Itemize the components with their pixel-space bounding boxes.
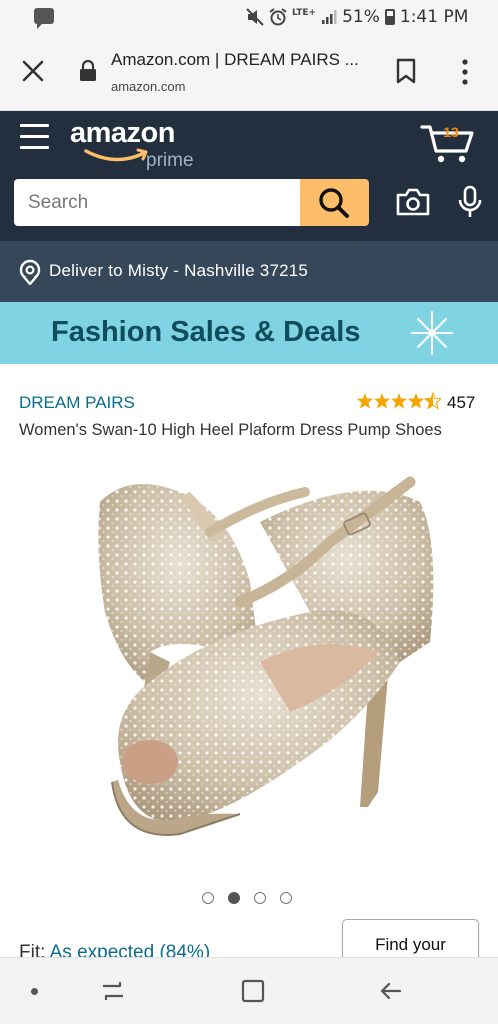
carousel-dot-3[interactable] <box>254 892 266 904</box>
more-vert-icon[interactable] <box>458 58 472 86</box>
search-button[interactable] <box>300 179 369 226</box>
recent-apps-icon[interactable] <box>100 978 126 1004</box>
status-time: 1:41 PM <box>399 7 469 27</box>
amazon-prime-logo[interactable]: amazon prime <box>70 117 210 173</box>
back-icon[interactable] <box>378 978 404 1004</box>
deliver-to-text: Deliver to Misty - Nashville 37215 <box>49 261 309 280</box>
image-carousel-dots[interactable] <box>202 892 292 904</box>
mic-icon[interactable] <box>456 185 484 219</box>
carousel-dot-1[interactable] <box>202 892 214 904</box>
carousel-dot-2[interactable] <box>228 892 240 904</box>
page-domain[interactable]: amazon.com <box>111 79 185 94</box>
promo-banner[interactable]: Fashion Sales & Deals <box>0 302 498 364</box>
search-icon <box>319 188 349 218</box>
home-icon[interactable] <box>240 978 266 1004</box>
network-label: LTE+ <box>292 8 317 18</box>
message-icon <box>34 8 54 29</box>
page-title[interactable]: Amazon.com | DREAM PAIRS ... <box>111 50 361 70</box>
camera-icon[interactable] <box>395 187 431 217</box>
signal-icon <box>322 10 337 24</box>
amazon-header: amazon prime 13 <box>0 111 498 241</box>
bookmark-icon[interactable] <box>395 58 417 84</box>
location-pin-icon <box>19 259 41 285</box>
android-nav-bar <box>0 957 498 1024</box>
logo-smile-icon <box>84 148 148 162</box>
battery-icon <box>384 9 395 25</box>
battery-percent: 51% <box>342 7 380 27</box>
logo-prime-text: prime <box>146 150 194 171</box>
browser-url-bar: Amazon.com | DREAM PAIRS ... amazon.com <box>0 34 498 111</box>
carousel-dot-4[interactable] <box>280 892 292 904</box>
brand-link[interactable]: DREAM PAIRS <box>19 393 135 413</box>
alarm-icon <box>269 8 287 26</box>
star-rating-icon[interactable] <box>357 391 441 411</box>
status-icons: LTE+ 51% 1:41 PM <box>246 6 468 28</box>
cart-count: 13 <box>443 124 459 140</box>
search-input[interactable] <box>14 179 302 226</box>
lock-icon <box>80 60 96 81</box>
sparkle-icon <box>411 311 453 355</box>
banner-text: Fashion Sales & Deals <box>51 316 361 348</box>
logo-text: amazon <box>70 117 175 149</box>
mute-icon <box>246 8 264 26</box>
nav-dot-icon[interactable] <box>31 988 38 995</box>
cart-button[interactable]: 13 <box>420 121 476 165</box>
hamburger-icon[interactable] <box>20 124 49 152</box>
deliver-to-bar[interactable]: Deliver to Misty - Nashville 37215 <box>0 241 498 302</box>
status-bar: LTE+ 51% 1:41 PM <box>0 0 498 34</box>
product-title: Women's Swan-10 High Heel Plaform Dress … <box>19 421 442 439</box>
review-count[interactable]: 457 <box>447 393 475 413</box>
close-icon[interactable] <box>20 58 46 84</box>
product-image[interactable] <box>60 462 440 872</box>
